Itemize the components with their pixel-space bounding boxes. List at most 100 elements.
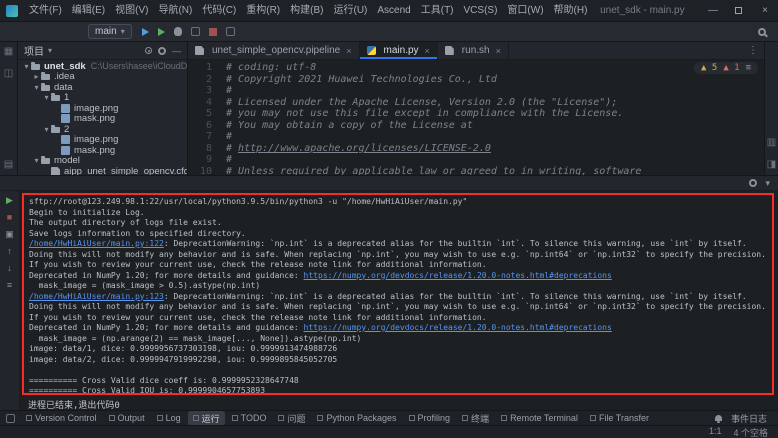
toolwindow-switcher-icon[interactable] — [6, 414, 15, 423]
menu-item[interactable]: 构建(B) — [285, 0, 328, 22]
locate-file-icon[interactable] — [145, 47, 152, 54]
soft-wrap-icon[interactable]: ≡ — [7, 280, 12, 290]
structure-tool-icon[interactable]: ◫ — [4, 68, 13, 80]
bell-icon[interactable] — [715, 415, 722, 421]
tree-item-1[interactable]: ▾1 — [18, 93, 187, 104]
toolwindow-button-终端[interactable]: 终端 — [457, 411, 494, 426]
menu-item[interactable]: 代码(C) — [197, 0, 241, 22]
inspections-menu-icon[interactable]: ≡ — [746, 63, 751, 73]
tree-item-mask.png[interactable]: mask.png — [18, 145, 187, 156]
comment-url-link[interactable]: http://www.apache.org/licenses/LICENSE-2… — [238, 143, 491, 154]
tree-arrow-icon[interactable]: ▸ — [32, 72, 41, 81]
close-button[interactable]: × — [752, 0, 778, 21]
gear-icon[interactable] — [749, 179, 757, 187]
tree-item-2[interactable]: ▾2 — [18, 124, 187, 135]
tree-arrow-icon[interactable]: ▾ — [32, 83, 41, 92]
stop-icon[interactable]: ■ — [7, 212, 12, 222]
code-text: # — [226, 131, 232, 143]
tree-item-data[interactable]: ▾data — [18, 82, 187, 93]
menu-item[interactable]: 工具(T) — [416, 0, 459, 22]
close-tab-icon[interactable]: × — [496, 46, 501, 56]
app-logo-icon — [6, 5, 18, 17]
hide-panel-icon[interactable]: — — [172, 46, 181, 56]
tree-item-aipp_unet_simple_opencv.cfg[interactable]: aipp_unet_simple_opencv.cfg — [18, 166, 187, 175]
menu-item[interactable]: 帮助(H) — [549, 0, 593, 22]
close-tab-icon[interactable]: × — [425, 46, 430, 56]
console-output[interactable]: sftp://root@123.249.98.1:22/usr/local/py… — [22, 193, 774, 395]
menu-item[interactable]: 导航(N) — [153, 0, 197, 22]
event-log-button[interactable]: 事件日志 — [726, 411, 772, 426]
gear-icon[interactable] — [158, 47, 166, 55]
tree-arrow-icon[interactable]: ▾ — [32, 156, 41, 165]
toolwindow-button-Remote Terminal[interactable]: Remote Terminal — [496, 411, 583, 426]
menu-item[interactable]: 重构(R) — [241, 0, 285, 22]
stop-button[interactable] — [209, 28, 217, 36]
editor-code: 1# coding: utf-82# Copyright 2021 Huawei… — [188, 62, 764, 175]
console-line: image: data/1, dice: 0.9999956737303198,… — [29, 344, 767, 355]
rerun-icon[interactable]: ▶ — [6, 195, 13, 205]
search-everywhere-icon[interactable] — [758, 28, 766, 36]
console-link[interactable]: /home/HwHiAiUser/main.py:122 — [29, 239, 164, 248]
menu-item[interactable]: 文件(F) — [24, 0, 67, 22]
caret-position[interactable]: 1:1 — [709, 426, 722, 438]
chevron-down-icon[interactable]: ▾ — [48, 46, 52, 55]
inspections-widget[interactable]: ▲ 5 ▲ 1 ≡ — [694, 62, 758, 74]
tree-arrow-icon[interactable]: ▾ — [42, 125, 51, 134]
menu-item[interactable]: VCS(S) — [459, 0, 503, 22]
tree-item-unet_sdk[interactable]: ▾unet_sdkC:\Users\hasee\iCloudDrive\HUAW… — [18, 61, 187, 72]
code-editor[interactable]: 1# coding: utf-82# Copyright 2021 Huawei… — [188, 60, 764, 175]
profile-button[interactable] — [191, 27, 200, 36]
menu-item[interactable]: Ascend — [372, 0, 415, 22]
menu-item[interactable]: 窗口(W) — [502, 0, 548, 22]
tab-main.py[interactable]: main.py× — [360, 42, 438, 59]
run-remote-button[interactable] — [158, 28, 165, 36]
run-configuration-select[interactable]: main ▾ — [88, 24, 132, 39]
minimize-button[interactable]: — — [700, 0, 726, 21]
close-tab-icon[interactable]: × — [346, 46, 351, 56]
menu-item[interactable]: 视图(V) — [110, 0, 153, 22]
console-link[interactable]: /home/HwHiAiUser/main.py:123 — [29, 292, 164, 301]
tree-item-image.png[interactable]: image.png — [18, 135, 187, 146]
toolwindow-button-Python Packages[interactable]: Python Packages — [312, 411, 401, 426]
toolwindow-button-Version Control[interactable]: Version Control — [21, 411, 102, 426]
menu-item[interactable]: 运行(U) — [328, 0, 372, 22]
favorites-tool-icon[interactable]: ▤ — [4, 159, 13, 171]
scroll-down-icon[interactable]: ↓ — [7, 263, 12, 273]
debug-button[interactable] — [174, 27, 182, 36]
collapse-panel-icon[interactable]: ▾ — [765, 178, 770, 189]
run-button[interactable] — [142, 28, 149, 36]
toolwindow-button-运行[interactable]: 运行 — [188, 411, 225, 426]
menu-item[interactable]: 编辑(E) — [67, 0, 110, 22]
toolwindow-button-Profiling[interactable]: Profiling — [404, 411, 456, 426]
tab-unet_simple_opencv.pipeline[interactable]: unet_simple_opencv.pipeline× — [188, 42, 360, 59]
project-tool-icon[interactable]: ▦ — [4, 46, 13, 58]
tree-item-.idea[interactable]: ▸.idea — [18, 72, 187, 83]
tree-item-mask.png[interactable]: mask.png — [18, 114, 187, 125]
toolwindow-button-问题[interactable]: 问题 — [273, 411, 310, 426]
toolwindow-button-File Transfer[interactable]: File Transfer — [585, 411, 654, 426]
maximize-button[interactable] — [726, 0, 752, 21]
editor-tabs: unet_simple_opencv.pipeline×main.py×run.… — [188, 42, 764, 60]
toolwindow-button-Output[interactable]: Output — [104, 411, 150, 426]
indent-setting[interactable]: 4 个空格 — [733, 426, 768, 438]
console-line: image: data/2, dice: 0.9999947919992298,… — [29, 355, 767, 366]
toolwindow-label: 问题 — [287, 412, 305, 425]
line-number: 8 — [188, 143, 212, 155]
tree-arrow-icon[interactable]: ▾ — [42, 93, 51, 102]
restore-layout-icon[interactable]: ▣ — [5, 229, 14, 239]
tree-item-image.png[interactable]: image.png — [18, 103, 187, 114]
line-number: 5 — [188, 108, 212, 120]
toolwindow-button-Log[interactable]: Log — [152, 411, 186, 426]
tab-options-icon[interactable]: ⋮ — [742, 42, 764, 59]
coverage-button[interactable] — [226, 27, 235, 36]
bookmarks-tool-icon[interactable]: ◨ — [767, 159, 776, 171]
tab-run.sh[interactable]: run.sh× — [438, 42, 509, 59]
console-link[interactable]: https://numpy.org/devdocs/release/1.20.0… — [304, 271, 612, 280]
toolwindow-button-TODO[interactable]: TODO — [227, 411, 272, 426]
scroll-up-icon[interactable]: ↑ — [7, 246, 12, 256]
tree-arrow-icon[interactable]: ▾ — [22, 62, 31, 71]
notifications-tool-icon[interactable]: ▥ — [767, 137, 776, 149]
console-link[interactable]: https://numpy.org/devdocs/release/1.20.0… — [304, 323, 612, 332]
tree-item-model[interactable]: ▾model — [18, 156, 187, 167]
code-text: # you may not use this file except in co… — [226, 108, 623, 120]
